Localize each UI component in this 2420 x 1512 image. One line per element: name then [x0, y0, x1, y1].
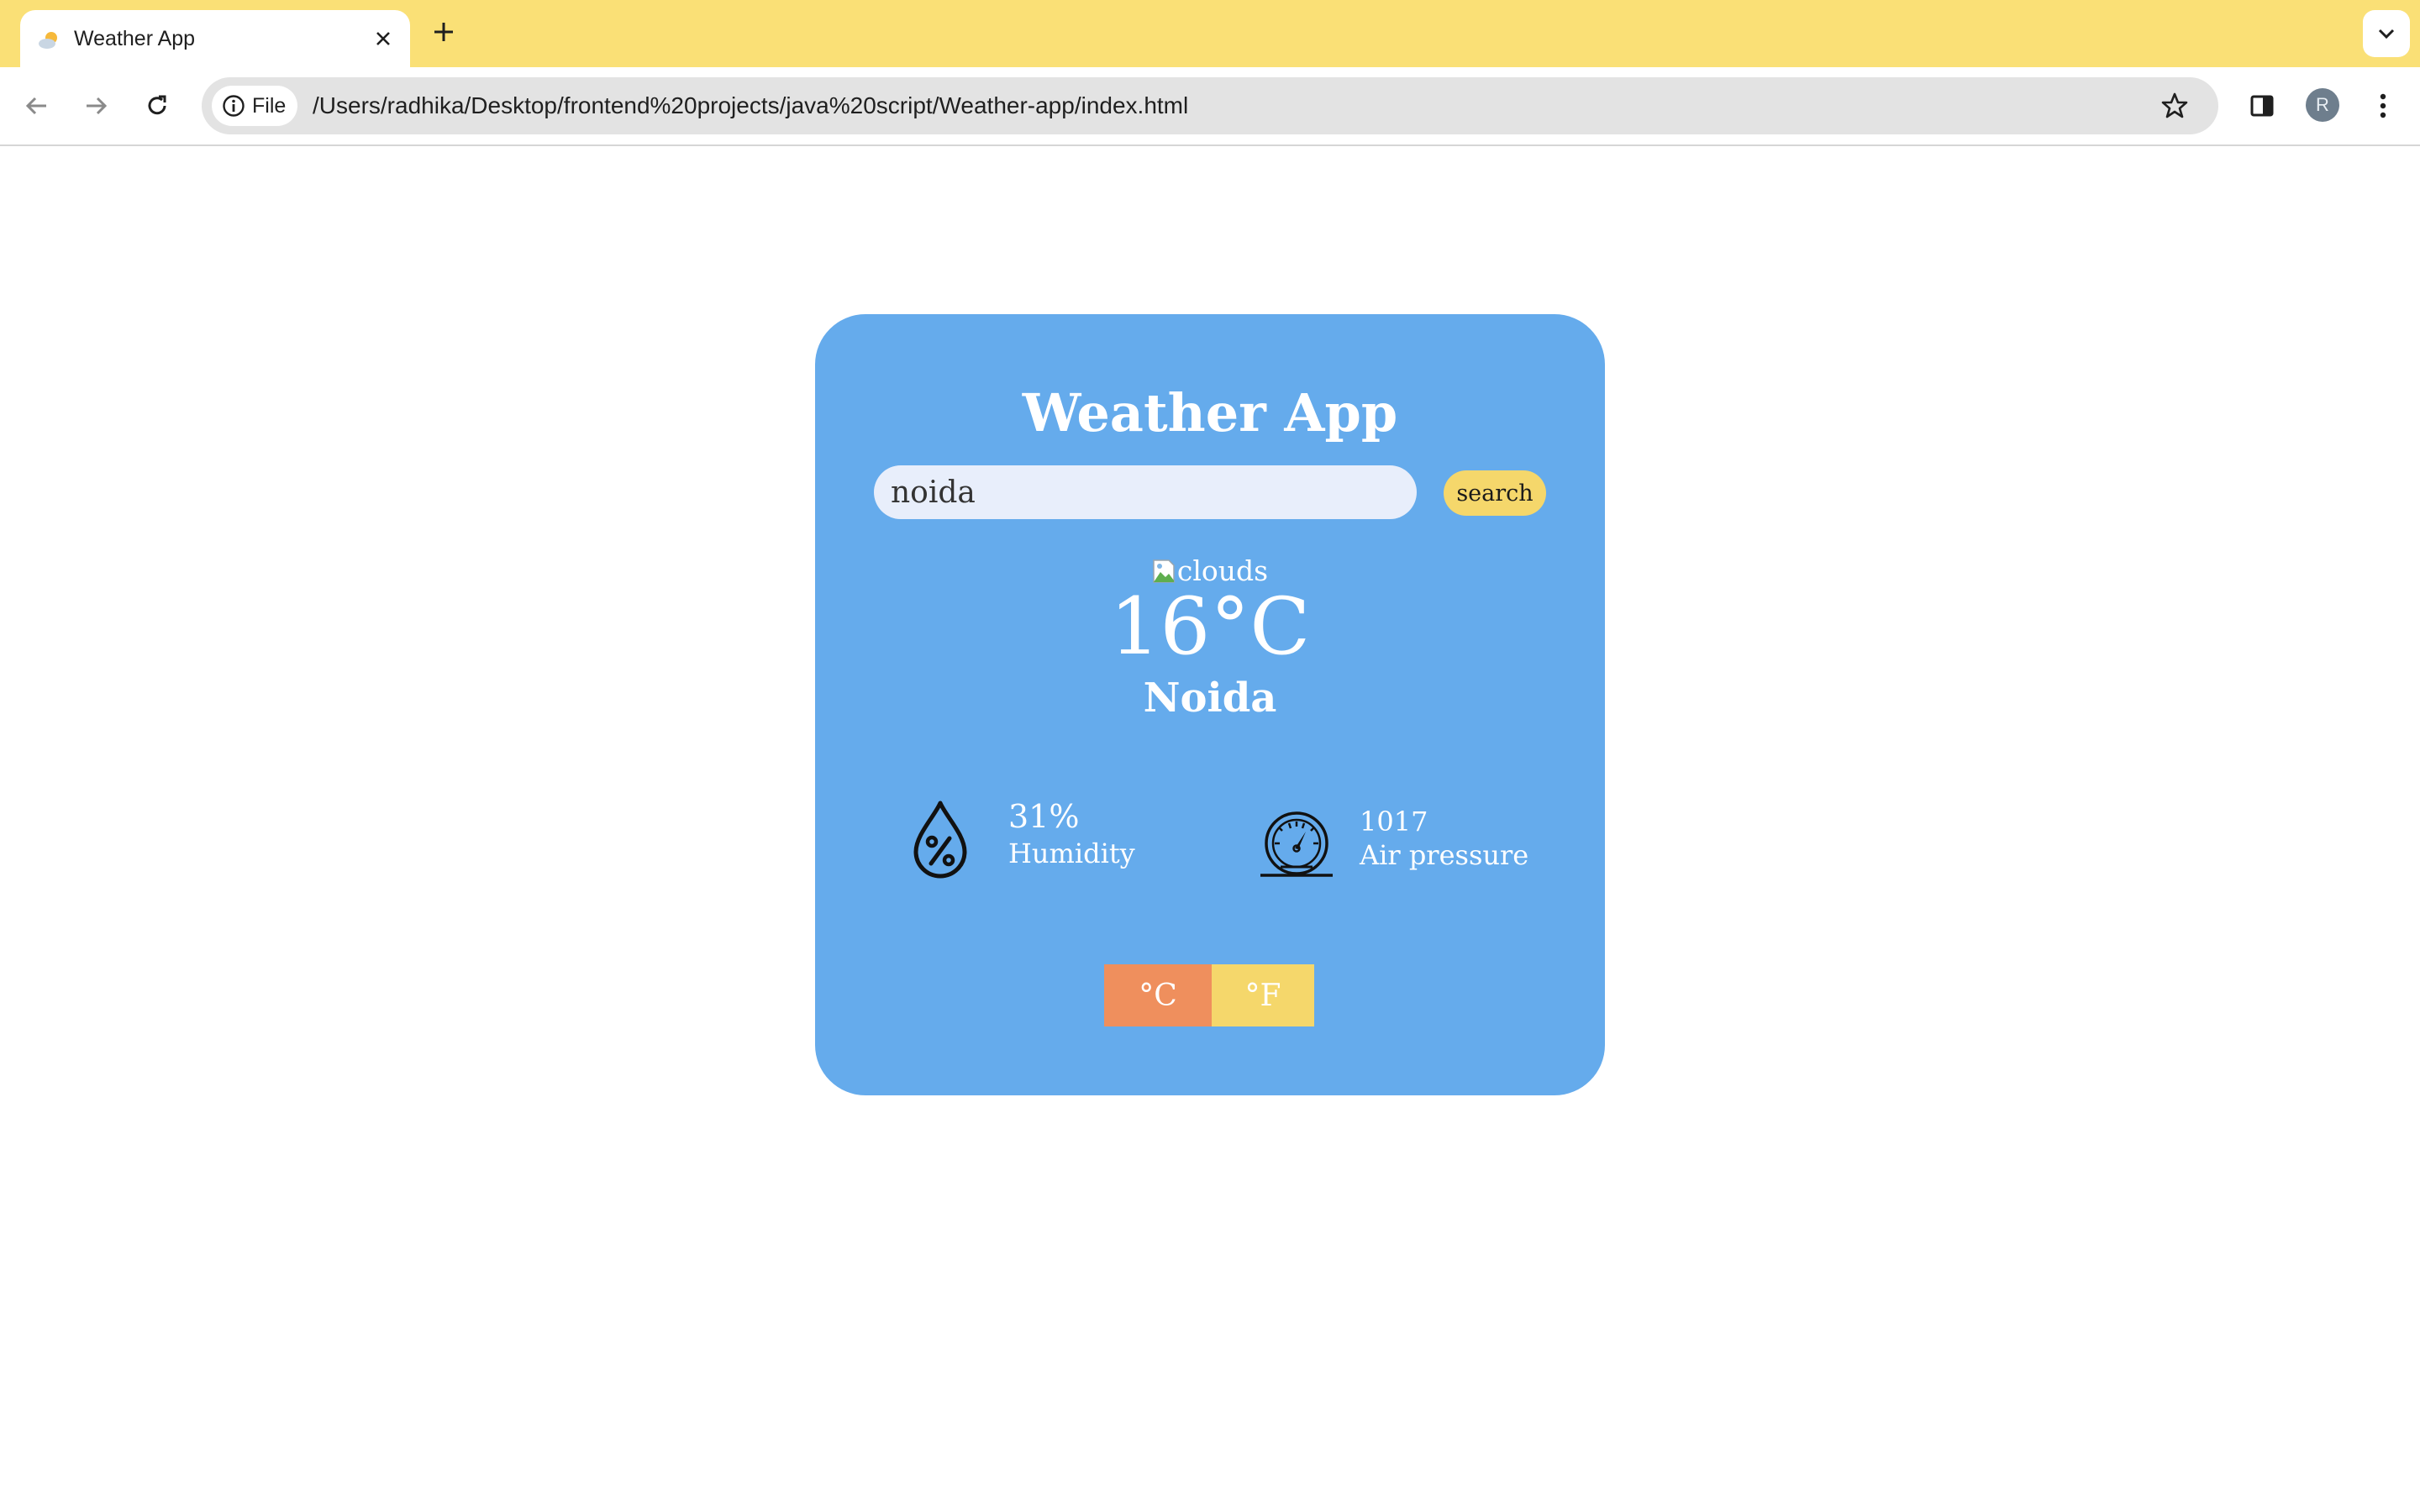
- tab-strip: Weather App: [0, 0, 2420, 67]
- pressure-label: Air pressure: [1360, 839, 1529, 871]
- weather-card: Weather App search clouds 16°C Noida 31%…: [815, 314, 1605, 1095]
- close-tab-icon[interactable]: [365, 20, 402, 57]
- city-search-input[interactable]: [874, 465, 1417, 519]
- fahrenheit-button[interactable]: °F: [1212, 964, 1314, 1026]
- info-icon: [222, 94, 245, 118]
- side-panel-icon[interactable]: [2242, 86, 2282, 126]
- humidity-label: Humidity: [1008, 837, 1135, 869]
- weather-favicon-icon: [37, 29, 62, 50]
- new-tab-icon[interactable]: [427, 15, 460, 49]
- humidity-drop-icon: [909, 800, 971, 882]
- browser-toolbar: File /Users/radhika/Desktop/frontend%20p…: [0, 67, 2420, 146]
- site-info-chip[interactable]: File: [212, 86, 297, 126]
- kebab-menu-icon[interactable]: [2363, 86, 2403, 126]
- tab-search-chevron-icon[interactable]: [2363, 10, 2410, 57]
- url-text[interactable]: /Users/radhika/Desktop/frontend%20projec…: [313, 77, 1188, 134]
- browser-tab[interactable]: Weather App: [20, 10, 410, 67]
- address-bar[interactable]: File /Users/radhika/Desktop/frontend%20p…: [202, 77, 2218, 134]
- broken-image-icon: [1152, 559, 1176, 584]
- bookmark-star-icon[interactable]: [2154, 86, 2195, 126]
- city-name: Noida: [1143, 675, 1277, 722]
- pressure-value: 1017: [1360, 806, 1428, 837]
- humidity-value: 31%: [1008, 798, 1080, 835]
- celsius-button[interactable]: °C: [1104, 964, 1212, 1026]
- back-arrow-icon[interactable]: [17, 86, 57, 126]
- reload-icon[interactable]: [137, 86, 177, 126]
- forward-arrow-icon[interactable]: [76, 86, 116, 126]
- tab-title: Weather App: [74, 27, 196, 50]
- gauge-icon: [1257, 810, 1336, 879]
- search-button[interactable]: search: [1444, 470, 1546, 516]
- temperature: 16°C: [1109, 581, 1311, 673]
- file-chip-label: File: [252, 93, 287, 118]
- app-title: Weather App: [1022, 382, 1398, 444]
- profile-avatar[interactable]: R: [2306, 88, 2339, 122]
